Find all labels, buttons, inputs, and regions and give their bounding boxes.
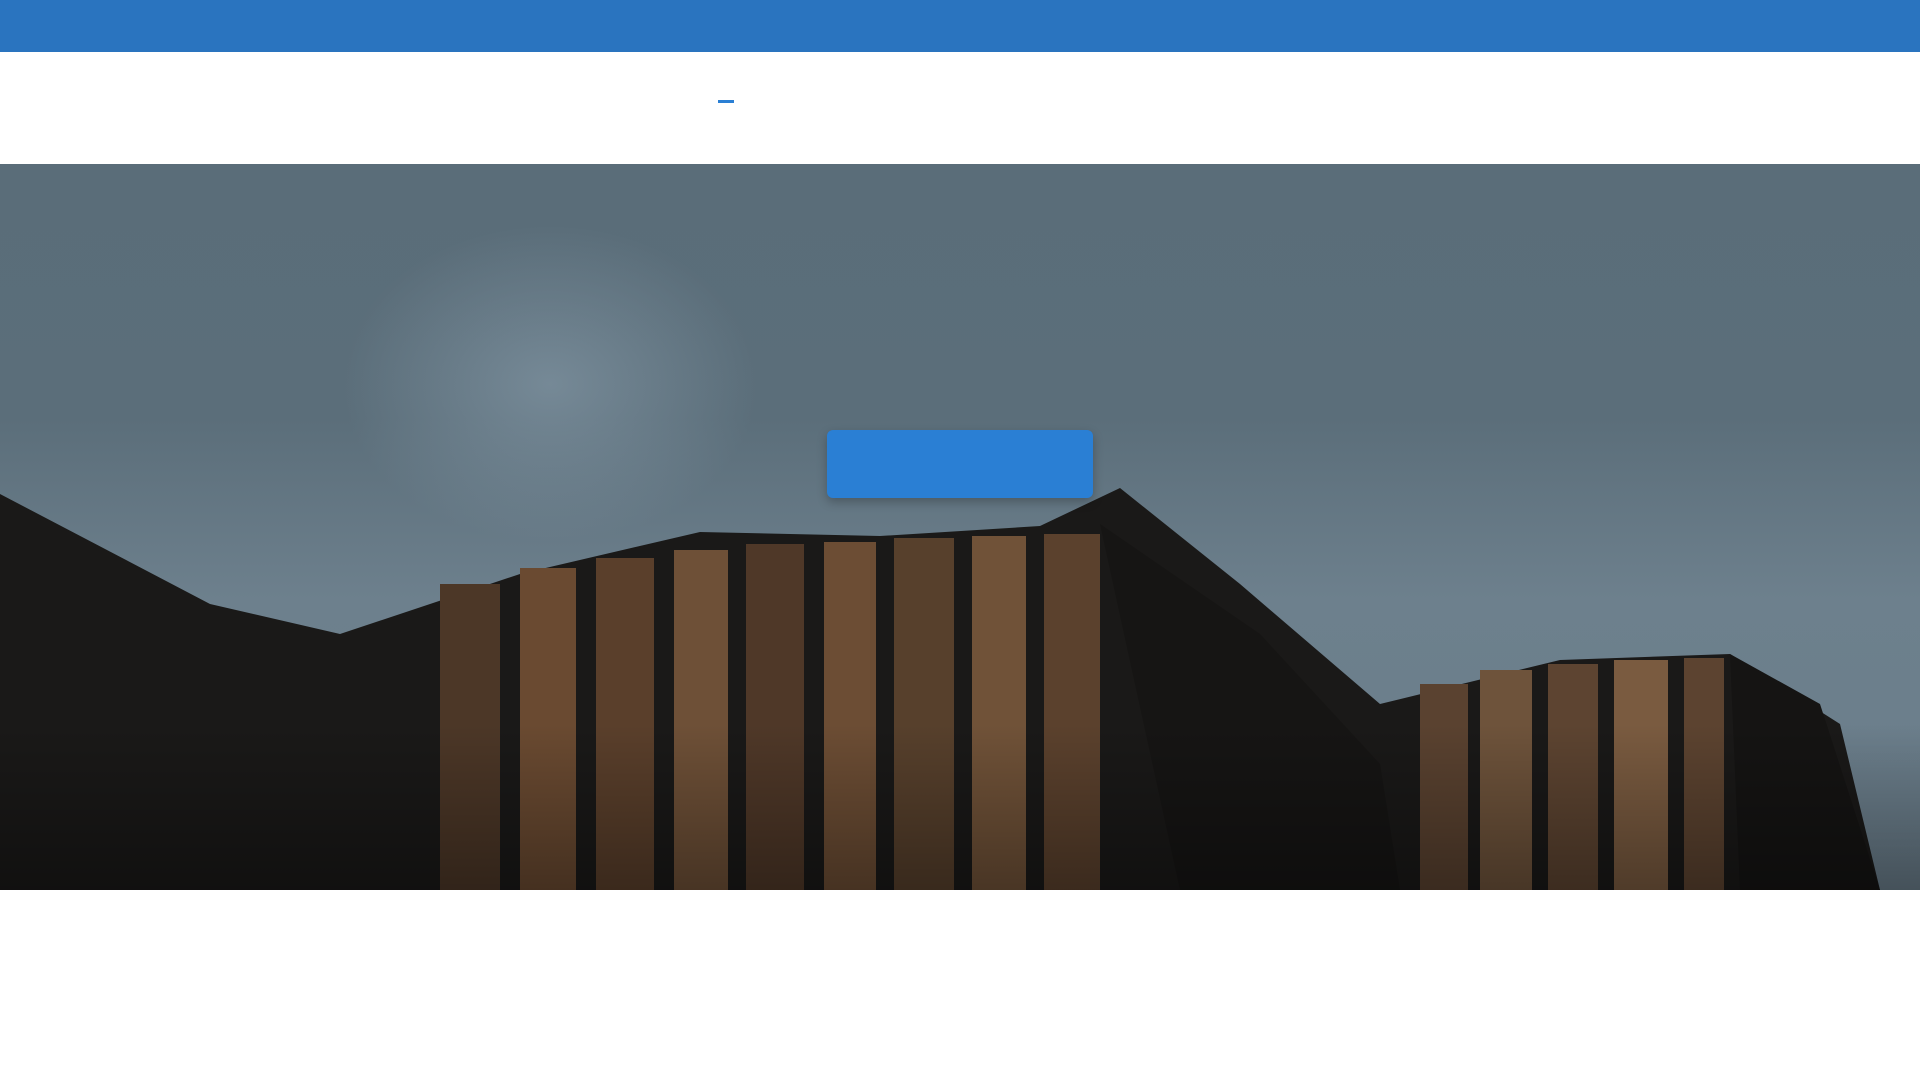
hero-background-image: [0, 488, 1920, 890]
nav-item-4[interactable]: [898, 90, 914, 102]
header-action-button[interactable]: [1620, 88, 1696, 128]
top-bar: [0, 0, 1920, 52]
main-nav: [718, 88, 914, 103]
nav-item-3[interactable]: [838, 90, 854, 102]
hero-cta-button[interactable]: [827, 430, 1093, 498]
content-section: [0, 890, 1920, 1066]
hero-banner: [0, 164, 1920, 890]
site-header: [0, 52, 1920, 164]
logo[interactable]: [160, 86, 420, 128]
nav-item-2[interactable]: [778, 90, 794, 102]
hero-content: [0, 396, 1920, 498]
nav-item-1[interactable]: [718, 88, 734, 103]
